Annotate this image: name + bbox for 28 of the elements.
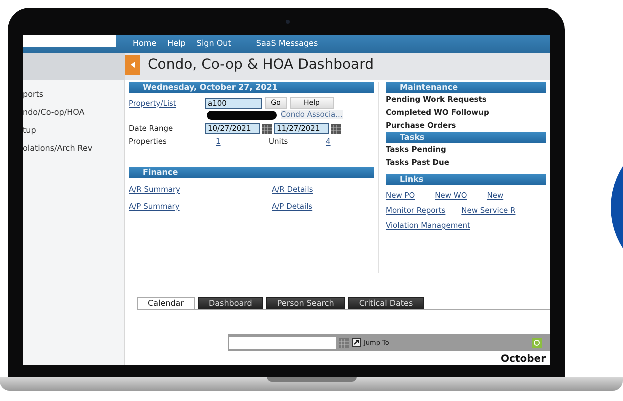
month-title: October xyxy=(501,354,546,365)
arrow-icon[interactable] xyxy=(352,338,361,348)
date-heading: Wednesday, October 27, 2021 xyxy=(129,82,374,93)
tab[interactable]: Person Search xyxy=(266,297,346,310)
page-title: Condo, Co-op & HOA Dashboard xyxy=(147,56,374,75)
tab[interactable]: Critical Dates xyxy=(348,297,424,310)
sidebar-item[interactable]: ndo/Co-op/HOA xyxy=(23,107,124,119)
collapse-button[interactable] xyxy=(125,55,140,75)
nav-link[interactable]: Help xyxy=(168,35,186,52)
caret-left-icon xyxy=(130,62,134,68)
nav-link[interactable]: SaaS Messages xyxy=(256,35,318,52)
tasks-heading: Tasks xyxy=(386,132,546,143)
links-heading: Links xyxy=(386,174,546,185)
sidebar-item[interactable]: ports xyxy=(23,89,124,101)
camera-icon xyxy=(286,20,290,24)
maintenance-heading: Maintenance xyxy=(386,82,546,93)
jump-date-field[interactable] xyxy=(229,336,336,349)
finance-heading: Finance xyxy=(129,167,374,178)
search-field[interactable] xyxy=(23,35,116,47)
sidebar-item[interactable]: olations/Arch Rev xyxy=(23,143,124,155)
nav-link[interactable]: Home xyxy=(133,35,157,52)
tab[interactable]: Calendar xyxy=(137,297,195,310)
calendar-icon[interactable] xyxy=(262,124,272,134)
nav-link[interactable]: Sign Out xyxy=(196,35,232,52)
sidebar-item[interactable]: tup xyxy=(23,125,124,137)
calendar-icon[interactable] xyxy=(331,124,341,134)
redaction-mark xyxy=(207,111,277,120)
tab[interactable]: Dashboard xyxy=(198,297,264,310)
